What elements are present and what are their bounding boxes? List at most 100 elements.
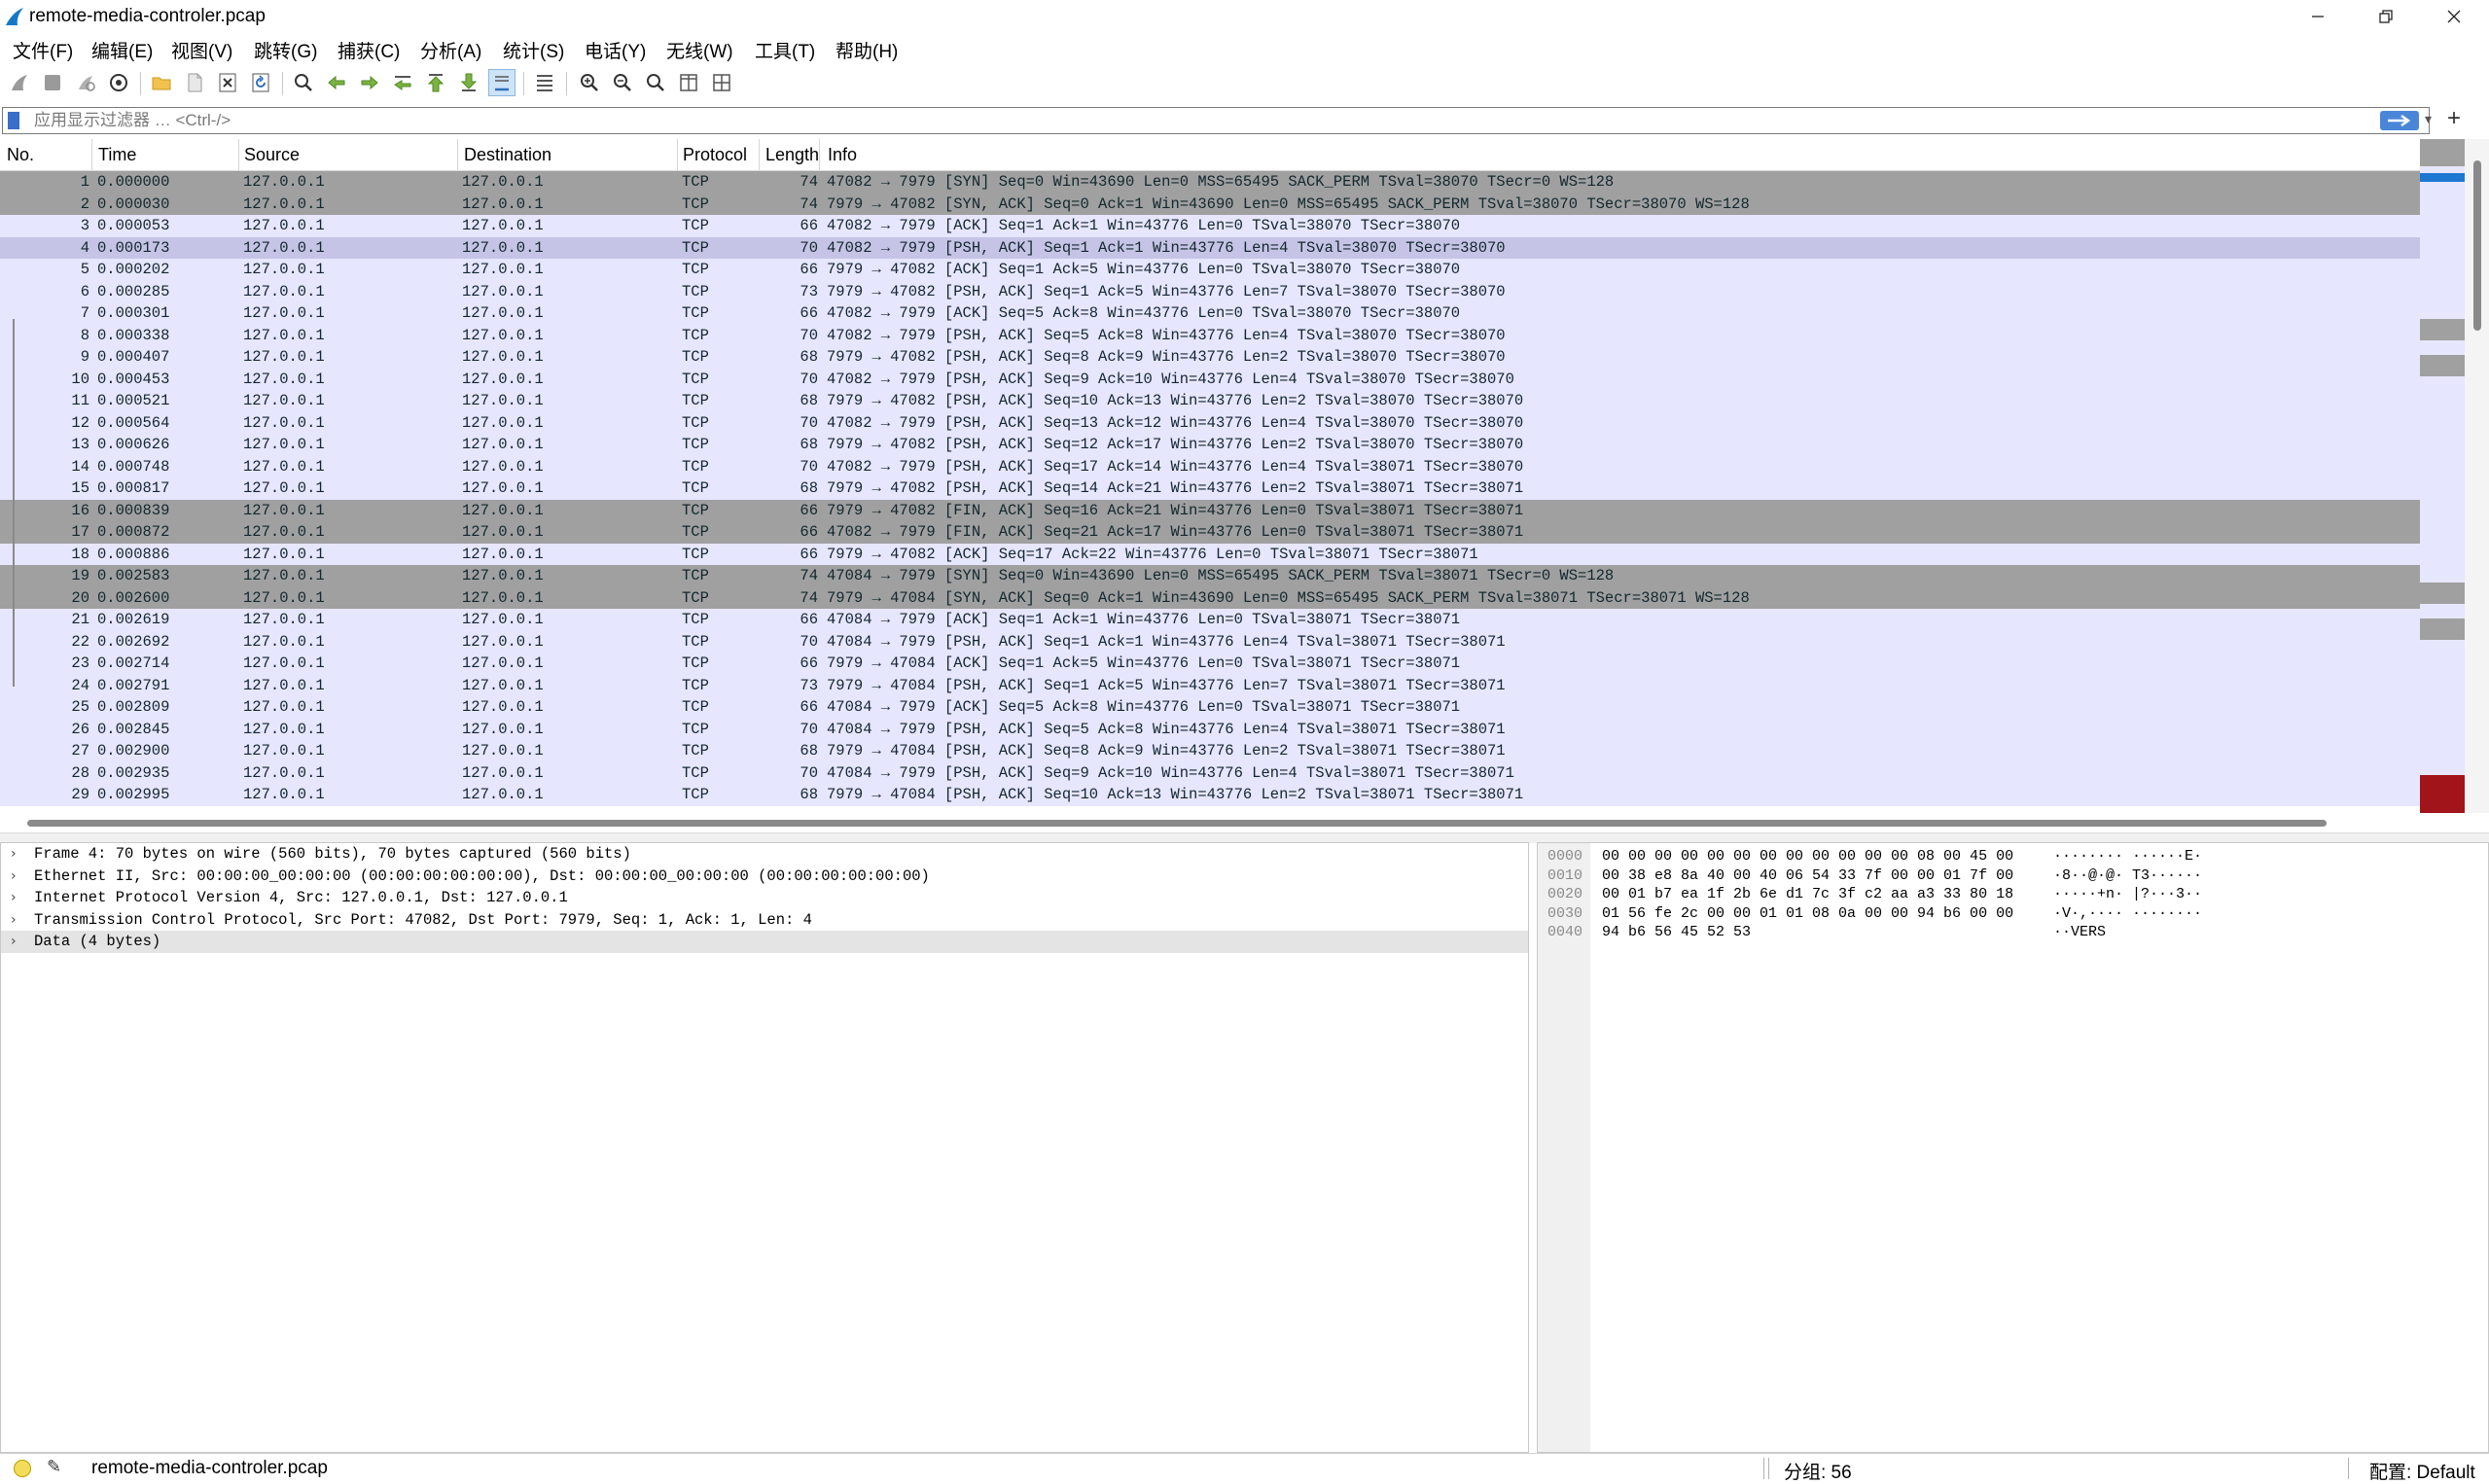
packet-row[interactable]: 5 0.000202 127.0.0.1 127.0.0.1 TCP 66 7979 → 4…	[0, 259, 2420, 281]
packet-row[interactable]: 7 0.000301 127.0.0.1 127.0.0.1 TCP 66 47082 → …	[0, 302, 2420, 325]
column-info[interactable]: Info	[828, 145, 857, 165]
packet-row[interactable]: 14 0.000748 127.0.0.1 127.0.0.1 TCP 70 47082 →…	[0, 455, 2420, 477]
column-destination[interactable]: Destination	[464, 145, 551, 165]
packet-row[interactable]: 18 0.000886 127.0.0.1 127.0.0.1 TCP 66 7979 → …	[0, 543, 2420, 565]
find-packet-button[interactable]	[290, 69, 317, 96]
packet-row[interactable]: 15 0.000817 127.0.0.1 127.0.0.1 TCP 68 7979 → …	[0, 477, 2420, 500]
packet-row[interactable]: 27 0.002900 127.0.0.1 127.0.0.1 TCP 68 7979 → …	[0, 740, 2420, 762]
apply-filter-button[interactable]	[2380, 111, 2419, 130]
go-first-button[interactable]	[422, 69, 449, 96]
packet-row[interactable]: 26 0.002845 127.0.0.1 127.0.0.1 TCP 70 47084 →…	[0, 718, 2420, 740]
bookmark-icon[interactable]	[8, 112, 19, 129]
menu-help[interactable]: 帮助(H)	[836, 37, 898, 63]
packet-row[interactable]: 17 0.000872 127.0.0.1 127.0.0.1 TCP 66 47082 →…	[0, 521, 2420, 544]
close-button[interactable]	[2420, 0, 2488, 33]
packet-row[interactable]: 25 0.002809 127.0.0.1 127.0.0.1 TCP 66 47084 →…	[0, 696, 2420, 719]
stop-capture-button[interactable]	[39, 69, 66, 96]
menu-go[interactable]: 跳转(G)	[254, 37, 317, 63]
column-divider[interactable]	[819, 139, 820, 170]
menu-capture[interactable]: 捕获(C)	[338, 37, 400, 63]
packet-row[interactable]: 9 0.000407 127.0.0.1 127.0.0.1 TCP 68 7979 → 4…	[0, 346, 2420, 369]
add-filter-button[interactable]: +	[2447, 105, 2461, 132]
save-file-button[interactable]	[181, 69, 208, 96]
vertical-scroll-thumb[interactable]	[2473, 160, 2481, 331]
detail-tcp[interactable]: › Transmission Control Protocol, Src Por…	[1, 909, 1528, 932]
detail-data[interactable]: › Data (4 bytes)	[1, 931, 1528, 953]
filter-history-dropdown[interactable]: ▾	[2425, 111, 2432, 127]
column-time[interactable]: Time	[98, 145, 136, 165]
packet-row[interactable]: 2 0.000030 127.0.0.1 127.0.0.1 TCP 74 7979 → 4…	[0, 193, 2420, 215]
detail-frame[interactable]: › Frame 4: 70 bytes on wire (560 bits), …	[1, 843, 1528, 866]
layout-button[interactable]	[708, 69, 735, 96]
zoom-in-button[interactable]	[576, 69, 603, 96]
restart-capture-button[interactable]	[72, 69, 99, 96]
column-divider[interactable]	[677, 139, 678, 170]
packet-row[interactable]: 13 0.000626 127.0.0.1 127.0.0.1 TCP 68 7979 → …	[0, 434, 2420, 456]
expand-arrow-icon[interactable]: ›	[11, 866, 17, 888]
open-file-button[interactable]	[148, 69, 175, 96]
restore-button[interactable]	[2352, 0, 2420, 33]
packet-row[interactable]: 29 0.002995 127.0.0.1 127.0.0.1 TCP 68 7979 → …	[0, 784, 2420, 806]
horizontal-scroll-thumb[interactable]	[27, 820, 2327, 827]
reload-file-button[interactable]	[247, 69, 274, 96]
go-to-packet-button[interactable]	[389, 69, 416, 96]
packet-details-pane[interactable]: › Frame 4: 70 bytes on wire (560 bits), …	[0, 842, 1529, 1453]
column-divider[interactable]	[759, 139, 760, 170]
close-file-button[interactable]	[214, 69, 241, 96]
packet-row[interactable]: 23 0.002714 127.0.0.1 127.0.0.1 TCP 66 7979 → …	[0, 653, 2420, 675]
expand-arrow-icon[interactable]: ›	[11, 931, 17, 953]
packet-list-vertical-scrollbar[interactable]	[2465, 139, 2489, 813]
column-divider[interactable]	[238, 139, 239, 170]
go-forward-button[interactable]	[356, 69, 383, 96]
packet-row[interactable]: 21 0.002619 127.0.0.1 127.0.0.1 TCP 66 47084 →…	[0, 609, 2420, 631]
column-length[interactable]: Length	[765, 145, 819, 165]
packet-row[interactable]: 11 0.000521 127.0.0.1 127.0.0.1 TCP 68 7979 → …	[0, 390, 2420, 412]
packet-row[interactable]: 8 0.000338 127.0.0.1 127.0.0.1 TCP 70 47082 → …	[0, 324, 2420, 346]
zoom-out-button[interactable]	[609, 69, 636, 96]
expand-arrow-icon[interactable]: ›	[11, 843, 17, 866]
expand-arrow-icon[interactable]: ›	[11, 909, 17, 932]
packet-row[interactable]: 28 0.002935 127.0.0.1 127.0.0.1 TCP 70 47084 →…	[0, 761, 2420, 784]
go-last-button[interactable]	[455, 69, 482, 96]
autoscroll-button[interactable]	[488, 69, 516, 96]
menu-telephony[interactable]: 电话(Y)	[585, 37, 646, 63]
detail-ethernet[interactable]: › Ethernet II, Src: 00:00:00_00:00:00 (0…	[1, 866, 1528, 888]
menu-edit[interactable]: 编辑(E)	[91, 37, 153, 63]
start-capture-button[interactable]	[6, 69, 33, 96]
packet-row[interactable]: 10 0.000453 127.0.0.1 127.0.0.1 TCP 70 47082 →…	[0, 368, 2420, 390]
packet-row[interactable]: 6 0.000285 127.0.0.1 127.0.0.1 TCP 73 7979 → 4…	[0, 280, 2420, 302]
column-divider[interactable]	[91, 139, 92, 170]
minimize-button[interactable]	[2284, 0, 2352, 33]
capture-options-button[interactable]	[105, 69, 132, 96]
packet-row[interactable]: 12 0.000564 127.0.0.1 127.0.0.1 TCP 70 47082 →…	[0, 411, 2420, 434]
go-back-button[interactable]	[323, 69, 350, 96]
expert-info-led-icon[interactable]	[14, 1460, 31, 1477]
menu-view[interactable]: 视图(V)	[171, 37, 232, 63]
menu-file[interactable]: 文件(F)	[13, 37, 73, 63]
packet-list-horizontal-scrollbar[interactable]	[0, 813, 2420, 832]
column-divider[interactable]	[457, 139, 458, 170]
detail-ipv4[interactable]: › Internet Protocol Version 4, Src: 127.…	[1, 887, 1528, 909]
menu-tools[interactable]: 工具(T)	[755, 37, 815, 63]
menu-wireless[interactable]: 无线(W)	[666, 37, 733, 63]
zoom-normal-button[interactable]	[642, 69, 669, 96]
menu-statistics[interactable]: 统计(S)	[503, 37, 564, 63]
column-source[interactable]: Source	[244, 145, 300, 165]
column-no[interactable]: No.	[7, 145, 34, 165]
packet-row[interactable]: 20 0.002600 127.0.0.1 127.0.0.1 TCP 74 7979 → …	[0, 586, 2420, 609]
packet-row[interactable]: 4 0.000173 127.0.0.1 127.0.0.1 TCP 70 47082 → …	[0, 236, 2420, 259]
packet-row[interactable]: 3 0.000053 127.0.0.1 127.0.0.1 TCP 66 47082 → …	[0, 215, 2420, 237]
status-profile[interactable]: 配置: Default	[2369, 1458, 2475, 1484]
column-protocol[interactable]: Protocol	[683, 145, 747, 165]
packet-row[interactable]: 22 0.002692 127.0.0.1 127.0.0.1 TCP 70 47084 →…	[0, 630, 2420, 653]
capture-comment-icon[interactable]: ✎	[47, 1457, 61, 1477]
packet-list[interactable]: No. Time Source Destination Protocol Len…	[0, 139, 2420, 813]
packet-row[interactable]: 24 0.002791 127.0.0.1 127.0.0.1 TCP 73 7979 → …	[0, 674, 2420, 696]
resize-columns-button[interactable]	[675, 69, 702, 96]
packet-row[interactable]: 19 0.002583 127.0.0.1 127.0.0.1 TCP 74 47084 →…	[0, 565, 2420, 587]
expand-arrow-icon[interactable]: ›	[11, 887, 17, 909]
display-filter-input[interactable]	[34, 109, 2368, 132]
packet-row[interactable]: 16 0.000839 127.0.0.1 127.0.0.1 TCP 66 7979 → …	[0, 499, 2420, 521]
packet-bytes-pane[interactable]: 0000 00 00 00 00 00 00 00 00 00 00 00 00…	[1537, 842, 2489, 1453]
colorize-button[interactable]	[531, 69, 558, 96]
